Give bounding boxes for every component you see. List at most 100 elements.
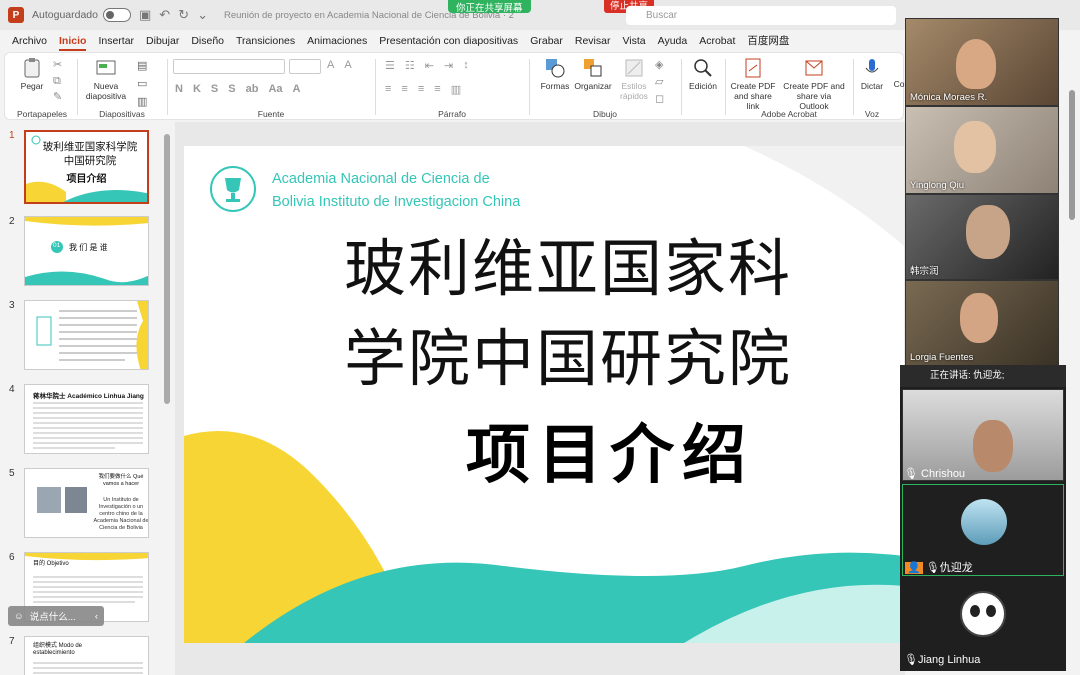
font-group-label: Fuente — [257, 109, 285, 119]
columns-icon[interactable]: ▥ — [451, 83, 461, 96]
chat-placeholder: 说点什么... — [29, 612, 76, 623]
decrease-indent-icon[interactable]: ⇤ — [425, 59, 434, 72]
tab-9[interactable]: Revisar — [569, 30, 617, 52]
create-pdf-outlook-button[interactable]: Create PDF and share via Outlook — [781, 57, 847, 111]
justify-icon[interactable]: ≡ — [434, 83, 440, 96]
tab-1[interactable]: Inicio — [53, 30, 92, 52]
voice-group-label: Voz — [864, 109, 880, 119]
change-case-icon[interactable]: Aa — [268, 83, 282, 95]
emoji-icon[interactable]: ☺ — [14, 611, 24, 622]
grow-font-icon[interactable]: A — [327, 59, 334, 71]
tab-4[interactable]: Diseño — [185, 30, 230, 52]
paste-icon — [24, 58, 40, 78]
participant-video-3[interactable]: 韩宗润 — [905, 194, 1059, 280]
scrollbar-thumb[interactable] — [1069, 90, 1075, 220]
participant-video-2[interactable]: Yinglong Qiu — [905, 106, 1059, 194]
participant-video-4[interactable]: Lorgia Fuentes — [905, 280, 1059, 366]
align-center-icon[interactable]: ≡ — [401, 83, 407, 96]
editing-label: Edición — [689, 81, 717, 91]
tab-11[interactable]: Ayuda — [652, 30, 694, 52]
tab-7[interactable]: Presentación con diapositivas — [373, 30, 524, 52]
trophy-logo-icon — [210, 166, 256, 212]
thumb2-label: 我 们 是 谁 — [69, 243, 108, 252]
ribbon-divider — [681, 59, 682, 115]
speaker-tile-qiu[interactable]: 👤 🎙仇迎龙 — [902, 484, 1064, 576]
increase-indent-icon[interactable]: ⇥ — [444, 59, 453, 72]
tab-5[interactable]: Transiciones — [230, 30, 301, 52]
tab-12[interactable]: Acrobat — [693, 30, 741, 52]
strikethrough-icon[interactable]: S — [228, 83, 235, 95]
search-input[interactable]: Buscar — [626, 6, 896, 25]
font-color-icon[interactable]: A — [293, 83, 301, 95]
numbering-icon[interactable]: ☷ — [405, 59, 415, 72]
tab-3[interactable]: Dibujar — [140, 30, 185, 52]
participant-video-1[interactable]: Mónica Moraes R. — [905, 18, 1059, 106]
screen-share-banner[interactable]: 你正在共享屏幕 — [448, 0, 531, 14]
collapse-icon[interactable]: ‹ — [95, 611, 98, 622]
slide-thumbnail-5[interactable]: 我们要做什么 Qué vamos a hacer Un Instituto de… — [24, 468, 149, 538]
customize-qat-icon[interactable]: ⌄ — [197, 7, 208, 23]
speaker-tile-jiang[interactable]: 🎙Jiang Linhua — [902, 579, 1064, 669]
bold-icon[interactable]: N — [175, 83, 183, 95]
tab-2[interactable]: Insertar — [92, 30, 140, 52]
cut-icon[interactable]: ✂ — [53, 57, 62, 73]
format-painter-icon[interactable]: ✎ — [53, 89, 62, 105]
autosave-toggle-group[interactable]: Autoguardado — [32, 8, 131, 22]
create-pdf-link-button[interactable]: Create PDF and share link — [727, 57, 779, 111]
tab-6[interactable]: Animaciones — [301, 30, 373, 52]
reset-icon[interactable]: ▭ — [137, 75, 147, 93]
ribbon-divider — [725, 59, 726, 115]
save-icon[interactable]: ▣ — [139, 7, 151, 23]
chat-input[interactable]: ☺ 说点什么... ‹ — [8, 606, 104, 626]
thumb5-body: Un Instituto de Investigación o un centr… — [93, 497, 149, 531]
paste-button[interactable]: Pegar — [15, 57, 49, 91]
line-spacing-icon[interactable]: ↕ — [463, 59, 469, 72]
shape-outline-icon[interactable]: ▱ — [655, 74, 664, 91]
autosave-toggle[interactable] — [102, 8, 131, 22]
font-family-select[interactable] — [173, 59, 285, 74]
tab-0[interactable]: Archivo — [6, 30, 53, 52]
copilot-button[interactable]: Co — [893, 79, 905, 89]
bullets-icon[interactable]: ☰ — [385, 59, 395, 72]
tab-13[interactable]: 百度网盘 — [741, 30, 795, 52]
new-slide-button[interactable]: Nueva diapositiva — [81, 57, 131, 101]
slide-thumbnails-pane: 1 玻利维亚国家科学院中国研究院 项目介绍 2 01 我 们 是 谁 3 4 蒋… — [0, 122, 175, 675]
thumb-number-4: 4 — [9, 384, 15, 395]
font-size-select[interactable] — [289, 59, 321, 74]
shape-fill-icon[interactable]: ◈ — [655, 57, 664, 74]
underline-icon[interactable]: S — [211, 83, 218, 95]
drawing-group: Formas Organizar Estilos rápidos ◈ ▱ ◻ D… — [531, 53, 679, 121]
slide-thumbnail-4[interactable]: 蒋林华院士 Académico Linhua Jiang — [24, 384, 149, 454]
tab-10[interactable]: Vista — [616, 30, 651, 52]
share-banner-text: 你正在共享屏幕 — [456, 2, 523, 14]
slide-thumbnail-7[interactable]: 组织模式 Modo de establecimiento — [24, 636, 149, 675]
shape-effects-icon[interactable]: ◻ — [655, 91, 664, 108]
dictate-button[interactable]: Dictar — [855, 57, 889, 91]
slide-thumbnail-1[interactable]: 玻利维亚国家科学院中国研究院 项目介绍 — [24, 130, 149, 204]
shapes-button[interactable]: Formas — [537, 57, 573, 91]
slide-thumbnail-3[interactable] — [24, 300, 149, 370]
speaker-name-text: Chrishou — [921, 468, 966, 480]
scrollbar-thumb[interactable] — [164, 134, 170, 404]
thumbnails-scrollbar[interactable] — [164, 124, 170, 669]
align-right-icon[interactable]: ≡ — [418, 83, 424, 96]
italic-icon[interactable]: K — [193, 83, 201, 95]
current-slide[interactable]: Academia Nacional de Ciencia de Bolivia … — [184, 146, 904, 643]
layout-icon[interactable]: ▤ — [137, 57, 147, 75]
tab-8[interactable]: Grabar — [524, 30, 569, 52]
font-group: AA N K S S ab Aa A Fuente — [169, 53, 373, 121]
char-spacing-icon[interactable]: ab — [246, 83, 259, 95]
shrink-font-icon[interactable]: A — [344, 59, 351, 71]
slide-thumbnail-2[interactable]: 01 我 们 是 谁 — [24, 216, 149, 286]
align-left-icon[interactable]: ≡ — [385, 83, 391, 96]
undo-icon[interactable]: ↶ — [159, 7, 170, 23]
participant-face — [954, 121, 996, 173]
quick-styles-button[interactable]: Estilos rápidos — [615, 57, 653, 101]
paragraph-group-label: Párrafo — [438, 109, 466, 119]
editing-button[interactable]: Edición — [683, 57, 723, 91]
panda-avatar — [960, 591, 1006, 637]
right-scrollbar[interactable] — [1066, 52, 1080, 675]
copy-icon[interactable]: ⧉ — [53, 73, 62, 89]
redo-icon[interactable]: ↻ — [178, 7, 189, 23]
arrange-button[interactable]: Organizar — [573, 57, 613, 91]
